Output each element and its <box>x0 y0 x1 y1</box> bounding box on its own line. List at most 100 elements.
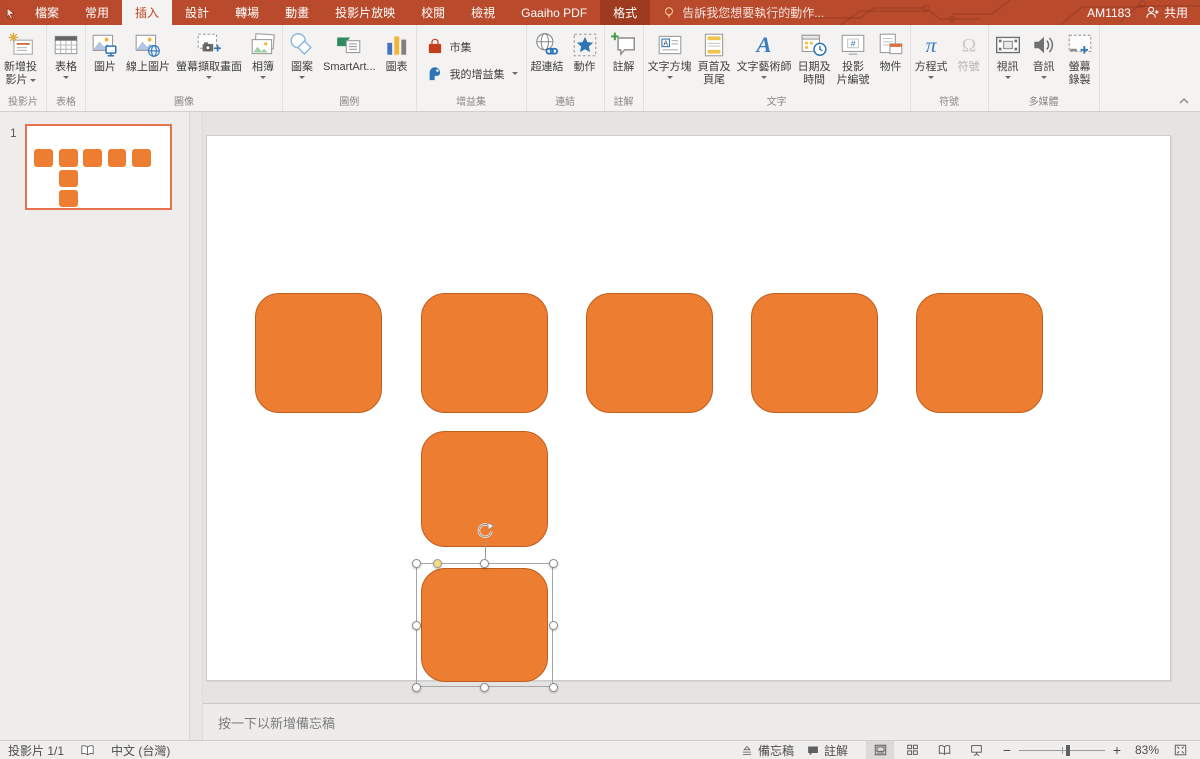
zoom-out-button[interactable]: − <box>1002 742 1012 758</box>
view-reading-button[interactable] <box>930 741 958 759</box>
video-button[interactable]: 視訊 <box>990 27 1026 79</box>
object-icon <box>877 29 905 61</box>
selection-handle-n[interactable] <box>480 559 489 568</box>
spellcheck-icon[interactable] <box>80 743 95 757</box>
new-slide-button[interactable]: 新增投影片 <box>1 27 40 87</box>
screenshot-button[interactable]: 螢幕擷取畫面 <box>173 27 245 79</box>
panel-splitter[interactable] <box>191 112 203 740</box>
view-normal-button[interactable] <box>866 741 894 759</box>
audio-button[interactable]: 音訊 <box>1026 27 1062 79</box>
tell-me-box[interactable]: 告訴我您想要執行的動作... <box>650 0 836 25</box>
comment-button[interactable]: 註解 <box>606 27 642 74</box>
slide-shape[interactable] <box>421 293 548 413</box>
tab-gaaiho-pdf[interactable]: Gaaiho PDF <box>508 0 600 25</box>
screen-recording-button[interactable]: 螢幕錄製 <box>1062 27 1098 87</box>
my-addins-icon <box>425 64 445 84</box>
selection-handle-w[interactable] <box>412 621 421 630</box>
comments-toggle[interactable]: 註解 <box>806 742 848 759</box>
notes-pane[interactable]: 按一下以新增備忘稿 <box>203 703 1200 740</box>
selection-handle-sw[interactable] <box>412 683 421 692</box>
slide-shape[interactable] <box>751 293 878 413</box>
share-button[interactable]: 共用 <box>1145 4 1188 21</box>
slide-number-label: 1 <box>10 126 17 140</box>
smartart-button[interactable]: SmartArt... <box>320 27 379 74</box>
slide-shape[interactable] <box>916 293 1043 413</box>
ribbon-group-1: 表格表格 <box>47 25 86 111</box>
svg-text:#: # <box>851 39 856 49</box>
ribbon-group-label: 圖例 <box>283 93 416 111</box>
tell-me-label: 告訴我您想要執行的動作... <box>682 4 824 21</box>
tab-review[interactable]: 校閱 <box>408 0 458 25</box>
video-icon <box>994 29 1022 61</box>
online-pictures-button[interactable]: 線上圖片 <box>123 27 173 74</box>
slide-shape[interactable] <box>586 293 713 413</box>
photo-album-button[interactable]: 相簿 <box>245 27 281 79</box>
zoom-slider[interactable] <box>1019 743 1105 757</box>
audio-icon <box>1030 29 1058 61</box>
rotation-handle-stem <box>485 541 486 559</box>
zoom-level[interactable]: 83% <box>1129 743 1159 757</box>
ribbon-group-label: 表格 <box>47 93 85 111</box>
object-button[interactable]: 物件 <box>873 27 909 74</box>
notes-icon <box>740 744 754 757</box>
slide-shape[interactable] <box>255 293 382 413</box>
person-add-icon <box>1145 5 1160 20</box>
text-box-button[interactable]: A文字方塊 <box>645 27 695 79</box>
picture-icon <box>91 29 119 61</box>
selection-handle-ne[interactable] <box>549 559 558 568</box>
ribbon-tabs: 檔案常用插入設計轉場動畫投影片放映校閱檢視Gaaiho PDF格式 <box>22 0 650 25</box>
selection-handle-e[interactable] <box>549 621 558 630</box>
tab-format[interactable]: 格式 <box>600 0 650 25</box>
collapse-ribbon-icon[interactable] <box>1177 94 1191 108</box>
chart-button[interactable]: 圖表 <box>379 27 415 74</box>
slidenumber-icon: # <box>839 29 867 61</box>
svg-text:A: A <box>663 40 668 47</box>
view-slideshow-button[interactable] <box>962 741 990 759</box>
zoom-slider-thumb[interactable] <box>1066 745 1070 756</box>
selection-outline <box>416 563 553 687</box>
notes-toggle[interactable]: 備忘稿 <box>740 742 794 759</box>
date-time-button[interactable]: 日期及時間 <box>795 27 834 87</box>
wordart-button[interactable]: A文字藝術師 <box>734 27 795 79</box>
selection-handle-nw[interactable] <box>412 559 421 568</box>
language-indicator[interactable]: 中文 (台灣) <box>111 742 170 759</box>
tab-view[interactable]: 檢視 <box>458 0 508 25</box>
shapes-button[interactable]: 圖案 <box>284 27 320 79</box>
equation-button[interactable]: π方程式 <box>912 27 951 79</box>
cursor-mode-icon[interactable] <box>0 0 22 25</box>
hyperlink-button[interactable]: 超連結 <box>528 27 567 74</box>
fit-to-window-button[interactable] <box>1166 741 1194 759</box>
ribbon-group-2: 圖片線上圖片螢幕擷取畫面相簿圖像 <box>86 25 283 111</box>
header-footer-button[interactable]: 頁首及頁尾 <box>695 27 734 87</box>
view-slide-sorter-button[interactable] <box>898 741 926 759</box>
tab-slideshow[interactable]: 投影片放映 <box>322 0 408 25</box>
view-switcher <box>866 741 990 759</box>
rotation-handle-icon[interactable] <box>475 521 495 541</box>
slide-thumbnail-1[interactable] <box>25 124 172 210</box>
tab-file[interactable]: 檔案 <box>22 0 72 25</box>
tab-home[interactable]: 常用 <box>72 0 122 25</box>
action-button[interactable]: 動作 <box>567 27 603 74</box>
slide-canvas[interactable] <box>206 135 1171 681</box>
notes-placeholder: 按一下以新增備忘稿 <box>218 713 335 732</box>
thumbnail-mini-shape <box>59 149 78 167</box>
store-button[interactable]: 市集 <box>425 37 518 57</box>
pictures-button[interactable]: 圖片 <box>87 27 123 74</box>
slide-number-button[interactable]: #投影片編號 <box>834 27 873 87</box>
ribbon: 新增投影片投影片表格表格圖片線上圖片螢幕擷取畫面相簿圖像圖案SmartArt..… <box>0 25 1200 112</box>
tab-design[interactable]: 設計 <box>172 0 222 25</box>
selection-handle-se[interactable] <box>549 683 558 692</box>
share-label: 共用 <box>1164 4 1188 21</box>
my-add-ins-button[interactable]: 我的增益集 <box>425 64 518 84</box>
shape-adjust-handle[interactable] <box>433 559 442 568</box>
selection-handle-s[interactable] <box>480 683 489 692</box>
tab-animations[interactable]: 動畫 <box>272 0 322 25</box>
powerpoint-window: 檔案常用插入設計轉場動畫投影片放映校閱檢視Gaaiho PDF格式 告訴我您想要… <box>0 0 1200 759</box>
album-icon <box>249 29 277 61</box>
shapes-icon <box>288 29 316 61</box>
zoom-in-button[interactable]: + <box>1112 742 1122 758</box>
table-button[interactable]: 表格 <box>48 27 84 79</box>
tab-insert[interactable]: 插入 <box>122 0 172 25</box>
window-user-tag: AM1183 <box>1087 6 1131 20</box>
tab-transitions[interactable]: 轉場 <box>222 0 272 25</box>
